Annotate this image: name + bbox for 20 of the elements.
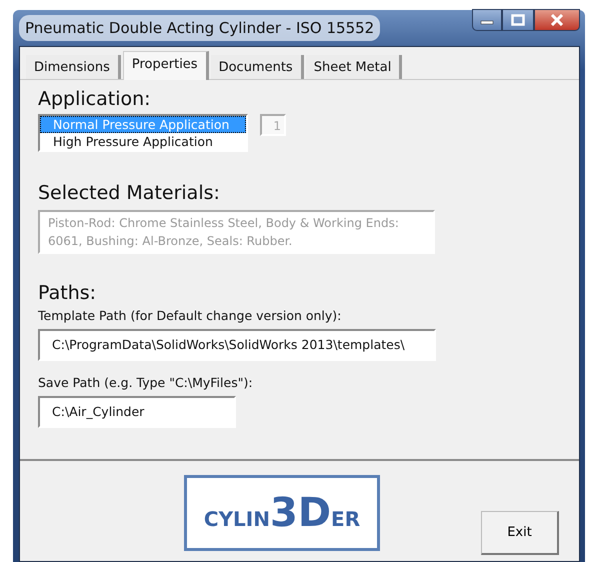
input-field[interactable]: C:\ProgramData\SolidWorks\SolidWorks 2013\templates\ [38, 329, 436, 361]
logo-text: CYLIN3DER [204, 490, 360, 536]
section-heading: Application: [38, 88, 151, 110]
minimize-button[interactable] [472, 9, 502, 31]
tab[interactable]: Sheet Metal [306, 55, 402, 79]
close-button[interactable] [534, 9, 580, 31]
field-label: Save Path (e.g. Type "C:\MyFiles"): [38, 375, 253, 390]
input-field[interactable]: C:\Air_Cylinder [38, 396, 236, 428]
tab[interactable]: Properties [122, 51, 209, 80]
close-icon [550, 14, 564, 26]
section-heading: Paths: [38, 282, 96, 304]
tab[interactable]: Documents [210, 55, 304, 79]
exit-button[interactable]: Exit [481, 511, 559, 555]
field-label: Template Path (for Default change version only): [38, 308, 342, 323]
tab[interactable]: Dimensions [26, 55, 121, 79]
section-heading: Selected Materials: [38, 182, 220, 204]
maximize-icon [511, 14, 525, 26]
list-item[interactable]: High Pressure Application [40, 133, 246, 150]
maximize-button[interactable] [502, 9, 534, 31]
window-title: Pneumatic Double Acting Cylinder - ISO 15552 [19, 15, 380, 41]
